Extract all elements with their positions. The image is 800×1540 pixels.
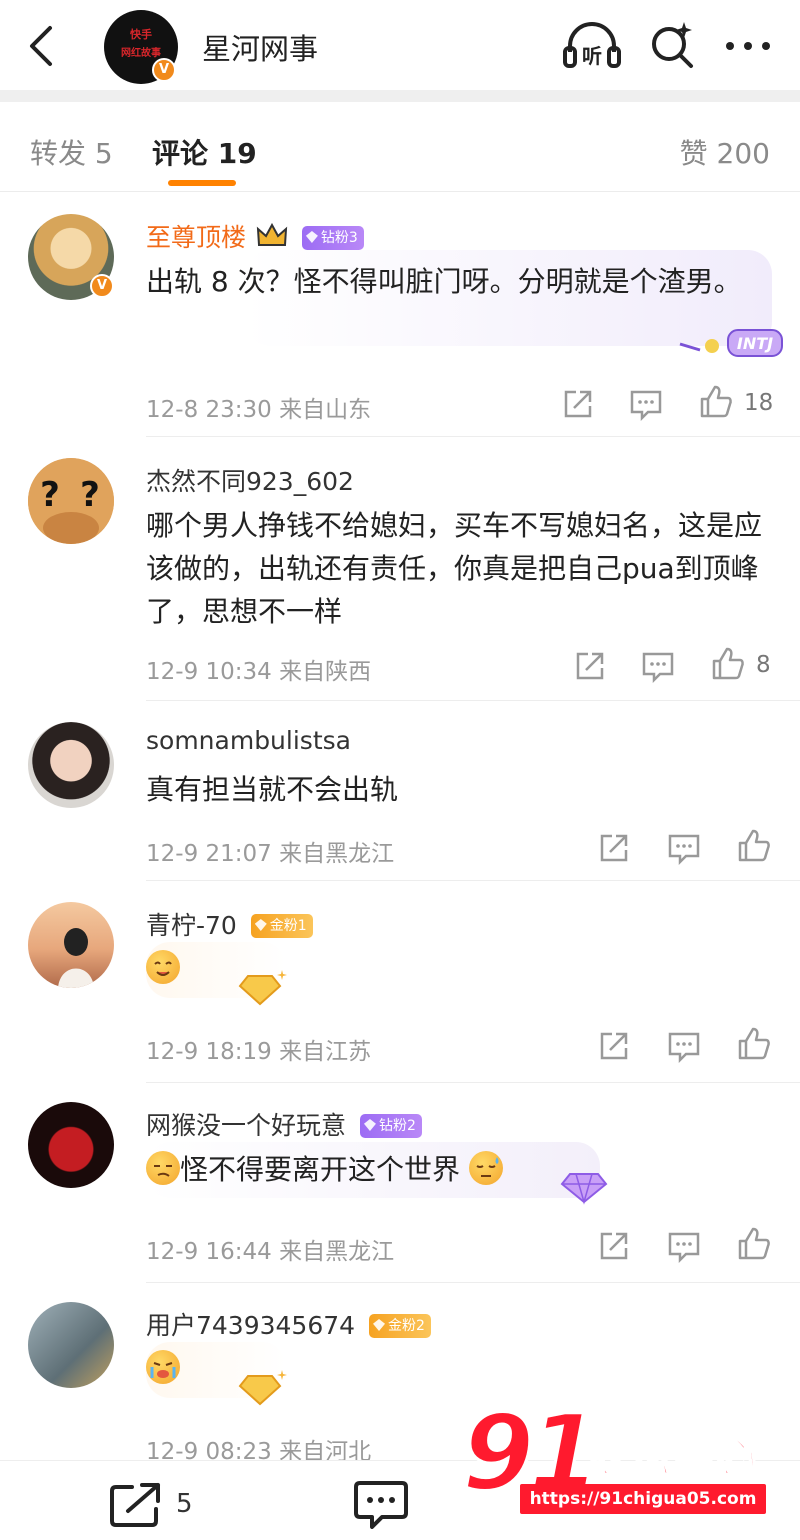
gold-gem-sticker-icon (238, 1370, 287, 1406)
like-thumb-icon[interactable] (736, 828, 772, 864)
verified-badge-icon: V (152, 58, 176, 82)
listen-label: 听 (582, 44, 602, 68)
like-count: 18 (744, 390, 774, 416)
diamond-gem-sticker-icon (560, 1173, 608, 1205)
comment-text: 真有担当就不会出轨 (146, 773, 399, 806)
comment-time: 12-9 16:44 (146, 1239, 272, 1265)
reply-icon[interactable] (666, 1028, 702, 1064)
intj-sticker-icon: INTJ (679, 329, 783, 357)
avatar[interactable] (28, 1102, 114, 1188)
gold-gem-icon (254, 919, 267, 931)
comment-text: 怪不得要离开这个世界 (180, 1153, 461, 1186)
repost-share-icon[interactable] (108, 1481, 164, 1529)
avatar[interactable] (28, 722, 114, 808)
fan-level-badge: 钻粉3 (301, 226, 364, 250)
like-count: 8 (756, 652, 771, 678)
like-thumb-icon[interactable] (698, 384, 734, 420)
tab-like[interactable]: 赞 200 (680, 132, 770, 172)
diamond-icon (363, 1119, 376, 1131)
emoji-sweat-icon (468, 1151, 503, 1185)
account-name[interactable]: 星河网事 (202, 26, 318, 68)
comment-divider (146, 1082, 800, 1083)
reply-icon[interactable] (666, 1228, 702, 1264)
comment-time: 12-9 21:07 (146, 841, 272, 867)
tab-repost[interactable]: 转发 5 (30, 132, 113, 172)
comment-location: 来自黑龙江 (279, 841, 395, 867)
verified-badge-icon: V (90, 274, 114, 298)
tab-comment[interactable]: 评论 19 (152, 132, 257, 172)
crown-icon (256, 222, 288, 246)
active-tab-indicator (168, 180, 236, 186)
like-thumb-icon[interactable] (736, 1226, 772, 1262)
section-divider (0, 90, 800, 102)
comment-location: 来自陕西 (279, 659, 372, 685)
tab-bar: 转发 5 评论 19 赞 200 (0, 104, 800, 192)
reply-icon[interactable] (666, 830, 702, 866)
svg-text:?: ? (40, 475, 60, 515)
share-icon[interactable] (572, 648, 608, 684)
back-arrow-icon[interactable] (22, 24, 62, 68)
diamond-icon (305, 231, 318, 243)
emoji-crying-icon (146, 1350, 180, 1384)
reply-icon[interactable] (640, 648, 676, 684)
comment-location: 来自江苏 (279, 1039, 372, 1065)
listen-headphones-icon[interactable]: 听 (562, 20, 622, 70)
share-icon[interactable] (560, 386, 596, 422)
comment-location: 来自黑龙江 (279, 1239, 395, 1265)
watermark-brand: 吃瓜中心 (585, 1432, 755, 1483)
share-icon[interactable] (596, 1028, 632, 1064)
gold-gem-icon (373, 1319, 386, 1331)
top-bar: 快手 网红故事 V 星河网事 听 (0, 0, 800, 92)
comment-username[interactable]: 杰然不同923_602 (146, 462, 354, 498)
share-count: 5 (176, 1489, 193, 1519)
comment-bubble-icon[interactable] (354, 1479, 408, 1529)
comment-divider (146, 880, 800, 881)
comment-username[interactable]: 至尊顶楼 (146, 223, 246, 252)
fan-level-badge: 金粉2 (369, 1314, 431, 1338)
avatar[interactable] (28, 902, 114, 988)
svg-text:INTJ: INTJ (737, 334, 773, 353)
fan-level-badge: 金粉1 (250, 914, 313, 938)
question-marks-icon: ? ? (28, 458, 114, 544)
like-thumb-icon[interactable] (736, 1026, 772, 1062)
comment-time: 12-9 18:19 (146, 1039, 272, 1065)
emoji-yummy-icon (146, 950, 180, 984)
comment-divider (146, 436, 800, 437)
comment-location: 来自山东 (279, 397, 372, 423)
comment-divider (146, 700, 800, 701)
avatar[interactable]: ? ? (28, 458, 114, 544)
comment-text: 哪个男人挣钱不给媳妇，买车不写媳妇名，这是应该做的，出轨还有责任，你真是把自己p… (146, 509, 763, 628)
search-icon[interactable] (648, 20, 696, 70)
reply-icon[interactable] (628, 386, 664, 422)
emoji-smirk-icon (146, 1151, 180, 1185)
fan-level-badge: 钻粉2 (359, 1114, 422, 1138)
share-icon[interactable] (596, 1228, 632, 1264)
gold-gem-sticker-icon (238, 970, 287, 1006)
comment-text: 出轨 8 次？怪不得叫脏门呀。分明就是个渣男。 (146, 265, 742, 298)
comment-username[interactable]: 青柠-70 (146, 911, 237, 940)
comment-username[interactable]: somnambulistsa (146, 726, 351, 755)
comment-time: 12-9 10:34 (146, 659, 272, 685)
comment-username[interactable]: 网猴没一个好玩意 (146, 1111, 346, 1140)
comment-time: 12-8 23:30 (146, 397, 272, 423)
share-icon[interactable] (596, 830, 632, 866)
svg-text:?: ? (80, 475, 100, 515)
comment-username[interactable]: 用户7439345674 (146, 1311, 355, 1340)
like-thumb-icon[interactable] (710, 646, 746, 682)
more-options-icon[interactable] (724, 36, 772, 56)
comment-divider (146, 1282, 800, 1283)
avatar[interactable] (28, 1302, 114, 1388)
watermark-url: https://91chigua05.com (520, 1484, 766, 1514)
